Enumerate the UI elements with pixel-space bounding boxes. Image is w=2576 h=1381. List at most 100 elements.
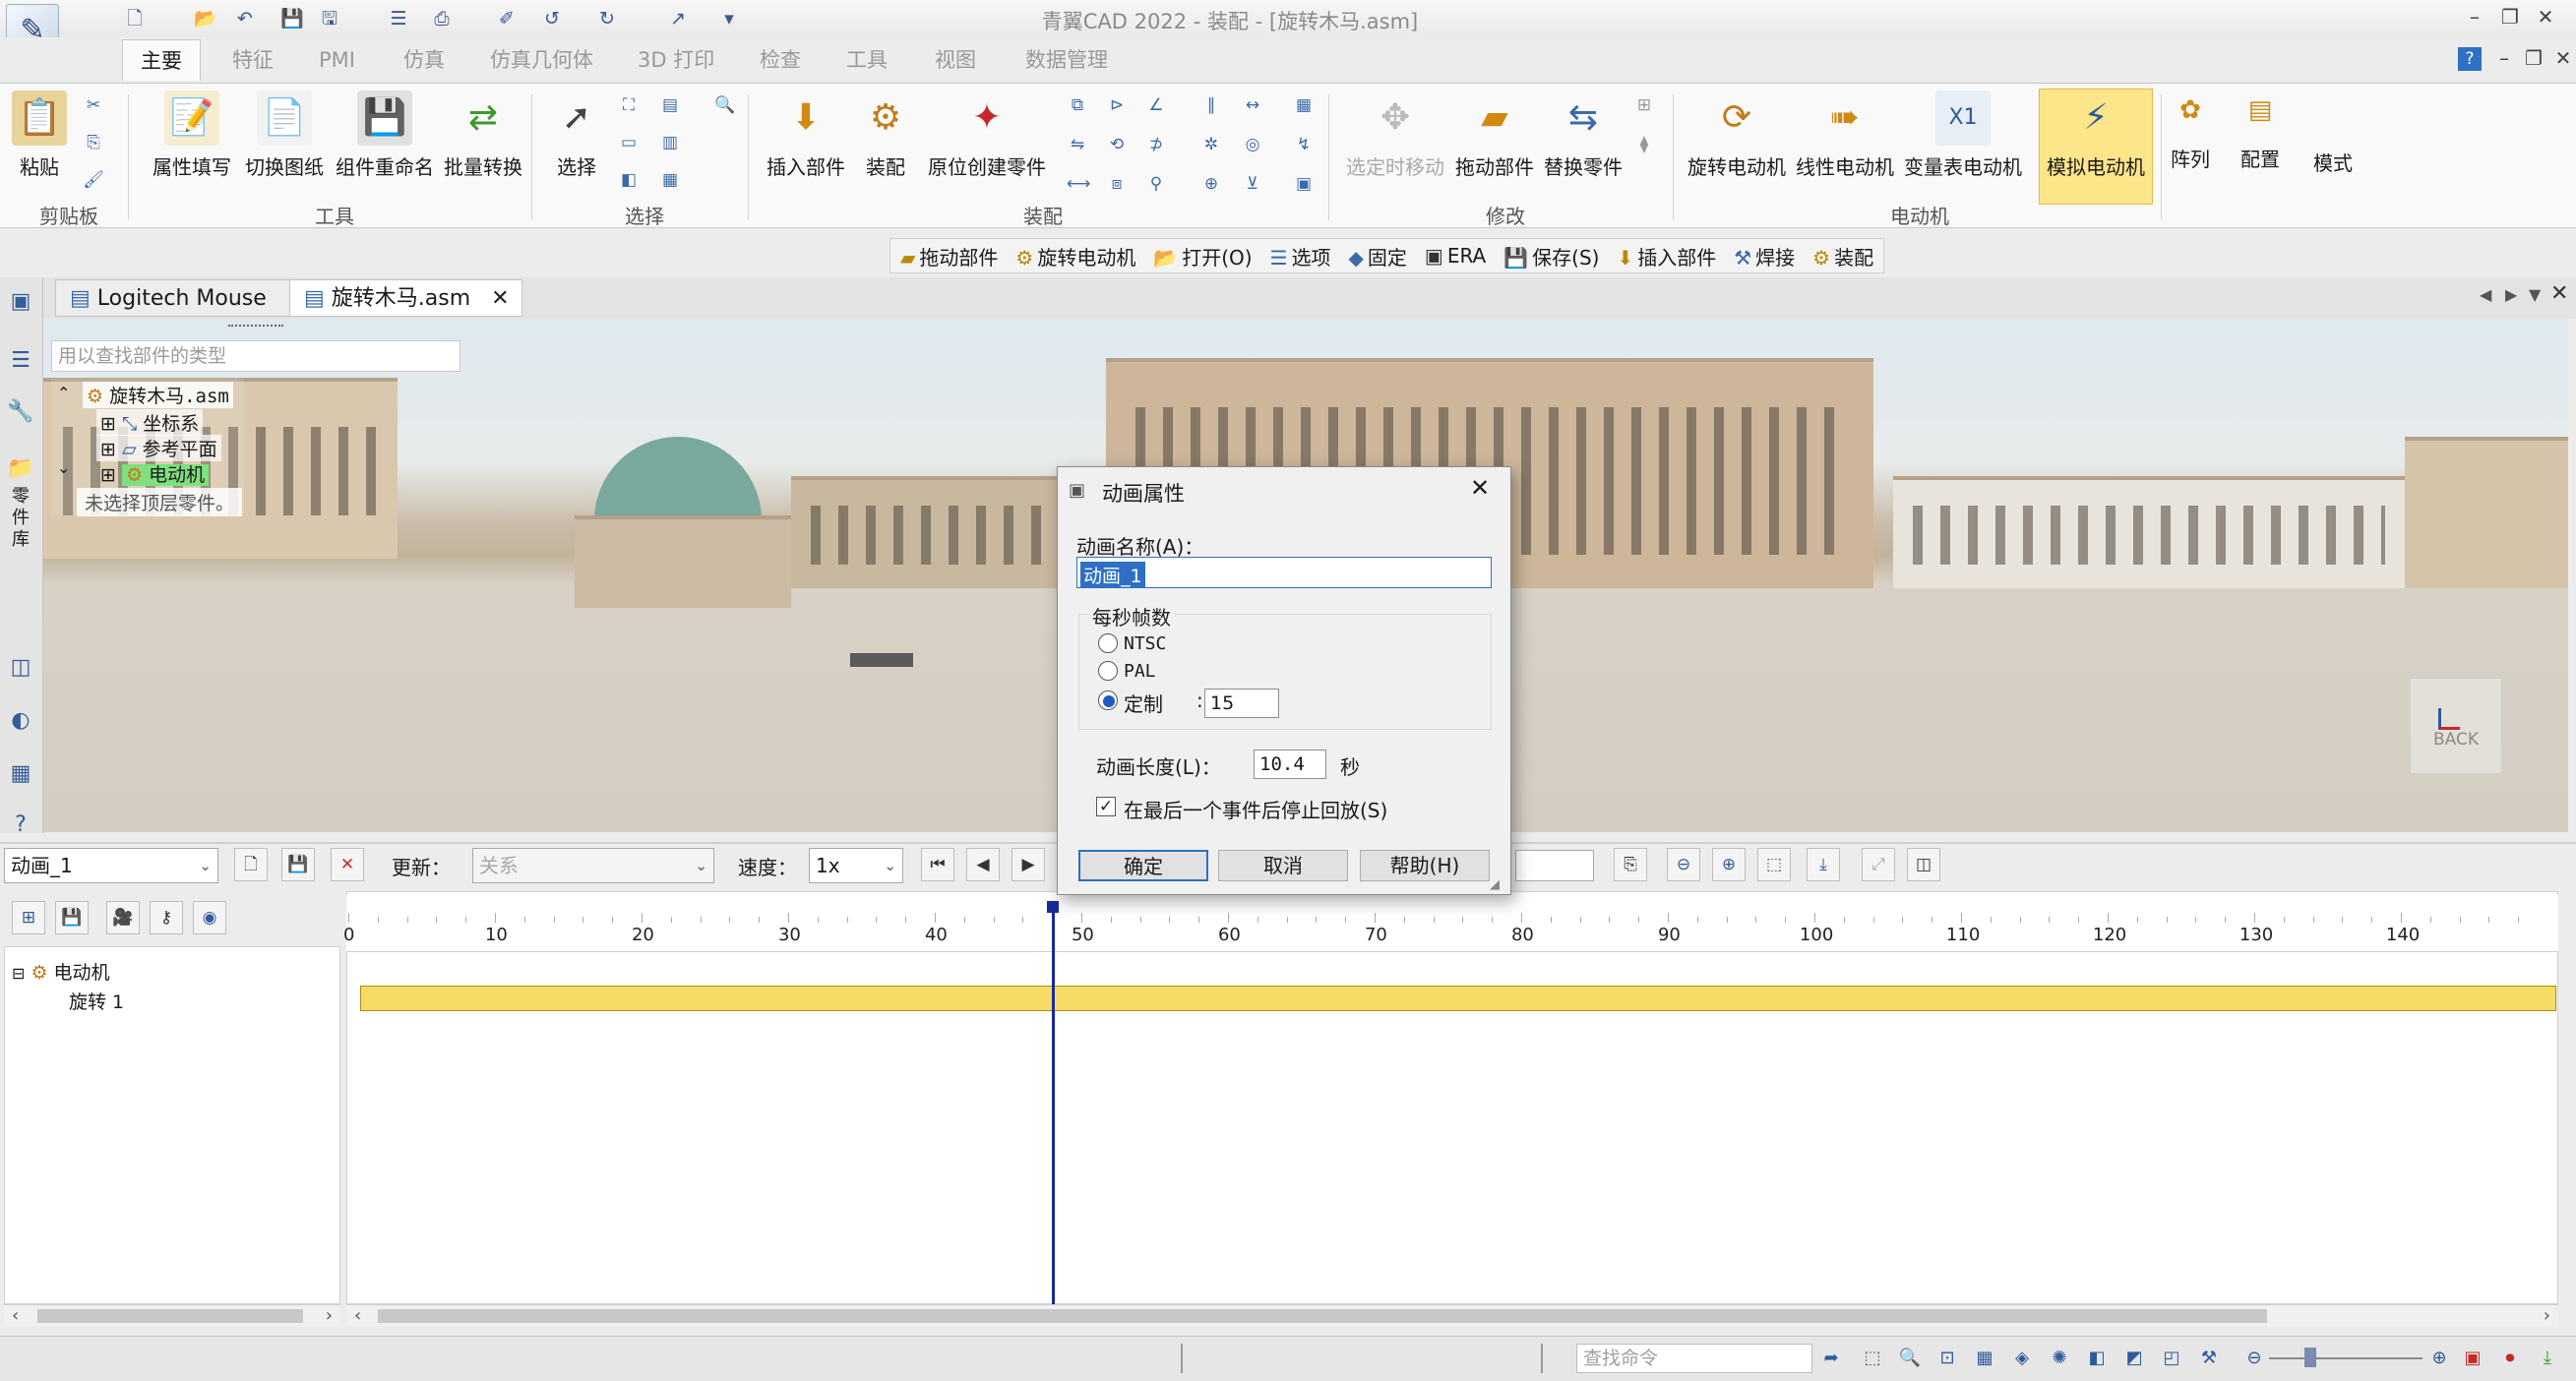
scroll-left-icon[interactable]: ‹ bbox=[12, 1305, 19, 1326]
animation-select[interactable]: 动画_1 ⌄ bbox=[4, 848, 218, 883]
resize-grip-icon[interactable]: ◢ bbox=[1490, 877, 1500, 892]
cancel-button[interactable]: 取消 bbox=[1218, 850, 1348, 881]
tab-pmi[interactable]: PMI bbox=[301, 39, 373, 81]
tree-node-reference-plane[interactable]: ⊞ ▱ 参考平面 bbox=[96, 435, 221, 461]
expand-icon[interactable]: ⊞ bbox=[100, 413, 116, 435]
tab-scroll-right-icon[interactable]: ▶ bbox=[2505, 285, 2517, 304]
fps-custom-input[interactable]: 15 bbox=[1204, 689, 1279, 718]
scroll-right-icon[interactable]: › bbox=[326, 1305, 333, 1326]
width-icon[interactable]: ⧈ bbox=[1106, 173, 1128, 195]
arrow-icon[interactable]: ↗ bbox=[665, 6, 691, 31]
select-zoom-icon[interactable]: 🔍 bbox=[714, 94, 736, 116]
simulate-motor-button[interactable]: ⚡ 模拟电动机 bbox=[2041, 90, 2151, 180]
tab-scroll-left-icon[interactable]: ◀ bbox=[2480, 285, 2491, 304]
go-to-start-icon[interactable]: ⏮ bbox=[921, 848, 954, 881]
camera-icon[interactable]: 🎥 bbox=[106, 901, 140, 934]
document-icon[interactable]: ☰ bbox=[386, 6, 411, 31]
fit-icon[interactable]: ⊡ bbox=[1934, 1346, 1960, 1371]
tab-feature[interactable]: 特征 bbox=[215, 39, 291, 81]
flip-icon[interactable]: ⇋ bbox=[1067, 134, 1088, 155]
switch-drawing-button[interactable]: 📄 切换图纸 bbox=[240, 90, 329, 180]
layers-small-icon[interactable]: ◰ bbox=[2159, 1346, 2184, 1371]
record-video-icon[interactable]: ▣ bbox=[2460, 1346, 2485, 1371]
tree-scroll-down-icon[interactable]: ⌄ bbox=[57, 458, 70, 477]
cmd-insert-part[interactable]: ⬇ 插入部件 bbox=[1617, 242, 1716, 270]
tree-node-coordinate[interactable]: ⊞ ⤡ 坐标系 bbox=[96, 409, 204, 436]
attr-fill-button[interactable]: 📝 属性填写 bbox=[148, 90, 236, 180]
layers-icon[interactable]: ◫ bbox=[6, 653, 35, 683]
drag-part-button[interactable]: ▰ 拖动部件 bbox=[1452, 90, 1537, 180]
close-all-icon[interactable]: ✕ bbox=[2550, 281, 2568, 306]
restore-icon[interactable]: ❐ bbox=[2495, 2, 2525, 31]
slot-icon[interactable]: ▣ bbox=[1293, 173, 1315, 195]
run-command-icon[interactable]: ➦ bbox=[1818, 1346, 1844, 1371]
parts-library-tab[interactable]: 零件库 bbox=[6, 486, 35, 551]
frame-input[interactable] bbox=[1515, 850, 1594, 881]
feature-tree-icon[interactable]: ☰ bbox=[6, 346, 35, 376]
gear-mate-icon[interactable]: ✲ bbox=[1200, 134, 1222, 155]
fps-custom-radio[interactable] bbox=[1098, 690, 1118, 710]
camera-view-icon[interactable]: ◩ bbox=[2121, 1346, 2147, 1371]
distance-icon[interactable]: ↔ bbox=[1242, 94, 1263, 116]
light-icon[interactable]: ✺ bbox=[2047, 1346, 2072, 1371]
hinge-icon[interactable]: ⊻ bbox=[1242, 173, 1263, 195]
tangent-icon[interactable]: ⊅ bbox=[1145, 134, 1167, 155]
minimize-icon[interactable]: – bbox=[2460, 2, 2489, 31]
new-file-icon[interactable]: 🗋 bbox=[122, 6, 148, 31]
tree-root-node[interactable]: ⚙ 旋转木马.asm bbox=[83, 382, 233, 408]
zoom-in-small-icon[interactable]: ⊕ bbox=[2426, 1346, 2452, 1371]
in-place-create-button[interactable]: ✦ 原位创建零件 bbox=[925, 90, 1049, 180]
cmd-assemble[interactable]: ⚙ 装配 bbox=[1812, 242, 1873, 270]
model-view-icon[interactable]: ▣ bbox=[6, 287, 35, 317]
properties-icon[interactable]: ✐ bbox=[494, 6, 520, 31]
anim-tree-motor[interactable]: ⊟ ⚙ 电动机 bbox=[12, 958, 110, 985]
download-icon[interactable]: ⤓ bbox=[2535, 1346, 2560, 1371]
open-file-icon[interactable]: 📂 bbox=[193, 6, 218, 31]
rotary-motor-button[interactable]: ⟳ 旋转电动机 bbox=[1685, 90, 1789, 180]
help-button[interactable]: 帮助(H) bbox=[1360, 850, 1490, 881]
find-command-input[interactable]: 查找命令 bbox=[1576, 1344, 1812, 1373]
undo-icon[interactable]: ↺ bbox=[539, 6, 565, 31]
cmd-save[interactable]: 💾 保存(S) bbox=[1503, 242, 1599, 270]
display-icon[interactable]: ▦ bbox=[1972, 1346, 1997, 1371]
select-box-icon[interactable]: ▭ bbox=[618, 132, 640, 153]
zoom-in-icon[interactable]: ⊕ bbox=[1712, 848, 1746, 881]
pattern-small-icon[interactable]: ⊞ bbox=[1633, 94, 1655, 116]
scroll-thumb[interactable] bbox=[37, 1309, 303, 1323]
rotation-track-bar[interactable] bbox=[360, 986, 2556, 1011]
tab-inspect[interactable]: 检查 bbox=[742, 39, 819, 81]
tab-data-management[interactable]: 数据管理 bbox=[1008, 39, 1126, 81]
assemble-button[interactable]: ⚙ 装配 bbox=[854, 90, 917, 180]
coincident-icon[interactable]: ⊕ bbox=[1200, 173, 1222, 195]
parts-library-icon[interactable]: 📁 bbox=[6, 454, 35, 484]
play-icon[interactable]: ▶ bbox=[1012, 848, 1045, 881]
delete-animation-icon[interactable]: ✕ bbox=[331, 848, 364, 881]
dialog-close-icon[interactable]: ✕ bbox=[1470, 474, 1490, 502]
ok-button[interactable]: 确定 bbox=[1078, 850, 1208, 881]
help-icon[interactable]: ? bbox=[2458, 47, 2482, 71]
copy-icon[interactable]: ⎘ bbox=[83, 132, 104, 153]
scroll-thumb[interactable] bbox=[378, 1309, 2267, 1323]
animation-name-input[interactable]: 动画_1 bbox=[1076, 557, 1492, 588]
playhead[interactable] bbox=[1052, 903, 1056, 1306]
target-icon[interactable]: ◉ bbox=[193, 901, 226, 934]
close-window-icon[interactable]: ✕ bbox=[2531, 2, 2560, 31]
zoom-icon[interactable]: 🔍 bbox=[1897, 1346, 1923, 1371]
fps-ntsc-radio[interactable] bbox=[1098, 633, 1118, 653]
panel-grip[interactable] bbox=[228, 325, 283, 330]
link-icon[interactable]: ⤢ bbox=[1862, 848, 1895, 881]
animation-length-input[interactable]: 10.4 bbox=[1254, 750, 1326, 779]
tab-list-icon[interactable]: ▼ bbox=[2529, 285, 2541, 304]
update-select[interactable]: 关系 ⌄ bbox=[472, 848, 714, 883]
doc-tab-logitech-mouse[interactable]: ▤ Logitech Mouse ✕ bbox=[55, 279, 319, 317]
linear-motor-button[interactable]: ➠ 线性电动机 bbox=[1793, 90, 1897, 180]
paste-button[interactable]: 📋 粘贴 bbox=[12, 90, 67, 180]
playhead-handle[interactable] bbox=[1047, 901, 1060, 913]
cmd-drag-part[interactable]: ▰ 拖动部件 bbox=[900, 242, 998, 270]
view-box-icon[interactable]: ⬚ bbox=[1860, 1346, 1885, 1371]
replace-part-button[interactable]: ⇆ 替换零件 bbox=[1541, 90, 1625, 180]
lock-mate-icon[interactable]: ⚲ bbox=[1145, 173, 1167, 195]
tab-simulation[interactable]: 仿真 bbox=[386, 39, 462, 81]
zoom-fit-icon[interactable]: ⬚ bbox=[1757, 848, 1791, 881]
select-filter-icon[interactable]: ⛶ bbox=[618, 94, 640, 116]
